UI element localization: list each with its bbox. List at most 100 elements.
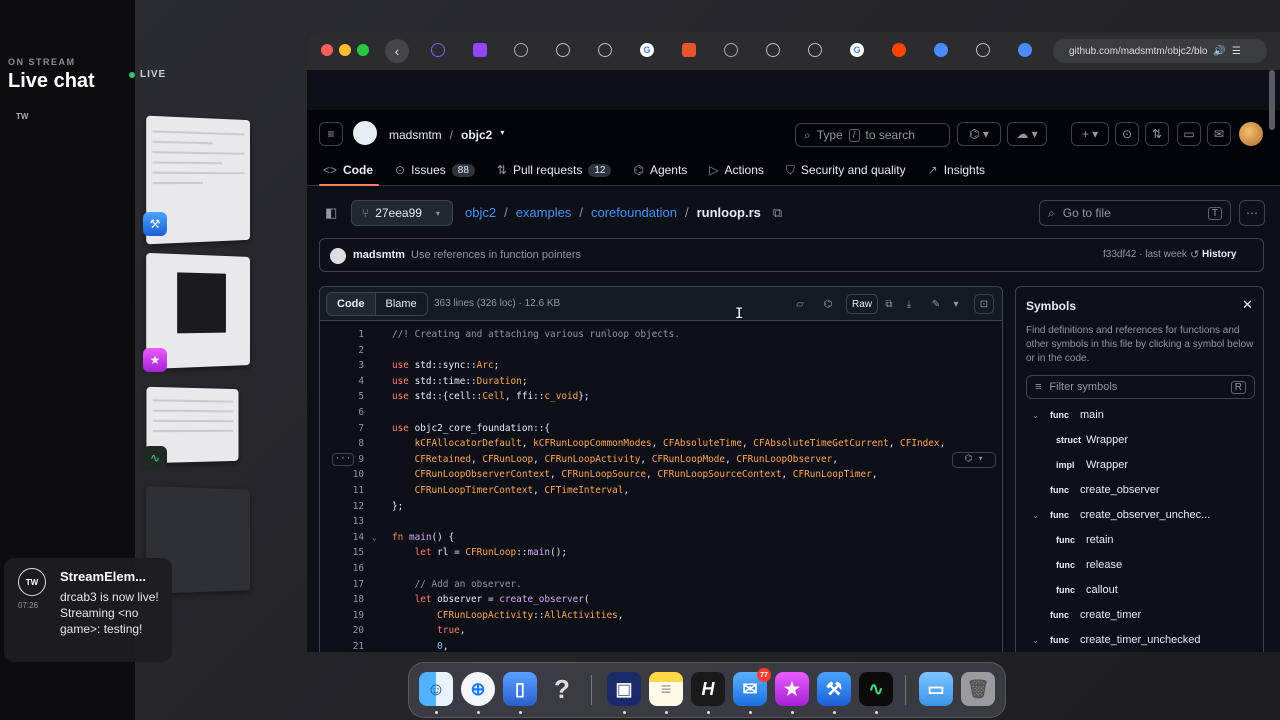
symbol-item[interactable]: ⌄ func create_timer_unchecked — [1016, 628, 1263, 652]
breadcrumb-examples[interactable]: examples — [516, 205, 572, 221]
breadcrumb-repo[interactable]: objc2 — [465, 205, 496, 221]
commit-author[interactable]: madsmtm — [353, 249, 405, 261]
symbol-item[interactable]: struct Wrapper — [1016, 428, 1263, 453]
close-window-button[interactable] — [321, 44, 333, 56]
symbol-name[interactable]: create_observer — [1080, 478, 1160, 503]
line-number[interactable]: 13 — [320, 514, 364, 530]
chevron-down-icon[interactable]: ⌄ — [1032, 628, 1039, 652]
line-number[interactable]: 15 — [320, 545, 364, 561]
github-tab-icon[interactable] — [724, 43, 738, 57]
star-app-icon[interactable]: ★ — [775, 672, 809, 706]
chevron-down-icon[interactable]: ⌄ — [1032, 503, 1039, 528]
github-tab-icon[interactable] — [514, 43, 528, 57]
copy-path-icon[interactable]: ⧉ — [773, 205, 782, 221]
google-tab-icon[interactable]: G — [850, 43, 864, 57]
line-number[interactable]: 14 — [320, 530, 364, 546]
help-icon[interactable]: ? — [545, 672, 579, 706]
symbol-item[interactable]: func callout — [1016, 578, 1263, 603]
symbol-item[interactable]: ⌄ func create_observer_unchec... — [1016, 503, 1263, 528]
app-icon[interactable]: H — [691, 672, 725, 706]
line-number[interactable]: 11 — [320, 483, 364, 499]
user-avatar[interactable] — [1239, 122, 1263, 146]
copy-raw-button[interactable]: ⧉ — [880, 294, 898, 314]
line-text[interactable]: true, — [392, 623, 465, 639]
google-tab-icon[interactable]: G — [640, 43, 654, 57]
code-line[interactable]: 20 true, — [320, 623, 1002, 639]
code-line[interactable]: 12}; — [320, 499, 1002, 515]
code-line[interactable]: 8 kCFAllocatorDefault, kCFRunLoopCommonM… — [320, 436, 1002, 452]
line-text[interactable]: kCFAllocatorDefault, kCFRunLoopCommonMod… — [392, 436, 946, 452]
inbox-icon-button[interactable]: ✉ — [1207, 122, 1231, 146]
code-tab[interactable]: Code — [327, 293, 376, 315]
raw-button[interactable]: Raw — [846, 294, 878, 314]
repo-link[interactable]: objc2 — [461, 128, 492, 142]
line-text[interactable]: use objc2_core_foundation::{ — [392, 421, 550, 437]
code-line[interactable]: 9 CFRetained, CFRunLoop, CFRunLoopActivi… — [320, 451, 1002, 468]
folder-icon[interactable]: ▭ — [919, 672, 953, 706]
symbol-item[interactable]: func create_timer — [1016, 603, 1263, 628]
line-number[interactable]: 8 — [320, 436, 364, 452]
line-number[interactable]: 2 — [320, 343, 364, 359]
symbols-panel-button[interactable]: ⊡ — [974, 294, 994, 314]
line-number[interactable]: 6 — [320, 405, 364, 421]
commit-meta[interactable]: f33df42 · last week — [1103, 249, 1187, 260]
symbol-item[interactable]: impl Wrapper — [1016, 453, 1263, 478]
code-line[interactable]: 5 use std::{cell::Cell, ffi::c_void}; — [320, 389, 1002, 405]
app-icon[interactable]: ▯ — [503, 672, 537, 706]
tab-icon[interactable] — [556, 43, 570, 57]
symbol-name[interactable]: Wrapper — [1086, 453, 1128, 478]
safari-icon[interactable]: ⊕ — [461, 672, 495, 706]
line-text[interactable]: CFRunLoopObserverContext, CFRunLoopSourc… — [392, 467, 878, 483]
zoom-window-button[interactable] — [357, 44, 369, 56]
activity-monitor-icon[interactable]: ∿ — [859, 672, 893, 706]
code-line[interactable]: 18 let observer = create_observer( — [320, 592, 1002, 608]
code-line[interactable]: 6 — [320, 405, 1002, 421]
symbol-name[interactable]: retain — [1086, 528, 1114, 553]
line-number[interactable]: 19 — [320, 608, 364, 624]
line-text[interactable]: // Add an observer. — [392, 577, 522, 593]
line-text[interactable]: fn main() { — [392, 530, 454, 546]
line-text[interactable]: CFRetained, CFRunLoop, CFRunLoopActivity… — [392, 452, 838, 468]
symbol-item[interactable]: func retain — [1016, 528, 1263, 553]
sidebar-toggle-icon[interactable]: ◧ — [325, 205, 337, 221]
code-line[interactable]: 14 fn main() { ⌄ — [320, 530, 1002, 546]
symbol-name[interactable]: create_timer — [1080, 603, 1141, 628]
tab-actions[interactable]: ▷ Actions — [709, 156, 776, 184]
more-options-button[interactable]: ⋯ — [1239, 200, 1265, 226]
breadcrumb-corefoundation[interactable]: corefoundation — [591, 205, 677, 221]
code-line[interactable]: 17 // Add an observer. — [320, 577, 1002, 593]
repo-dropdown-icon[interactable]: ▾ — [500, 128, 504, 142]
back-button[interactable]: ‹ — [385, 39, 409, 63]
line-number[interactable]: 3 — [320, 358, 364, 374]
code-line[interactable]: 3 use std::sync::Arc; — [320, 358, 1002, 374]
line-text[interactable]: //! Creating and attaching various runlo… — [392, 327, 680, 343]
code-line[interactable]: 7 use objc2_core_foundation::{ — [320, 421, 1002, 437]
address-bar[interactable]: github.com/madsmtm/objc2/blo 🔊 ☰ — [1053, 39, 1267, 63]
code-line[interactable]: 13 — [320, 514, 1002, 530]
symbol-name[interactable]: create_timer_unchecked — [1080, 628, 1200, 652]
line-text[interactable]: CFRunLoopActivity::AllActivities, — [392, 608, 623, 624]
finder-icon[interactable]: ☺ — [419, 672, 453, 706]
notes-icon[interactable]: ≡ — [649, 672, 683, 706]
search-input[interactable]: ⌕ Type / to search — [795, 123, 950, 147]
fold-chevron-icon[interactable]: ⌄ — [372, 530, 377, 546]
tab-icon[interactable] — [682, 43, 696, 57]
go-to-file-input[interactable]: ⌕ Go to file T — [1039, 200, 1231, 226]
code-line[interactable]: 1 //! Creating and attaching various runl… — [320, 327, 1002, 343]
line-number[interactable]: 20 — [320, 623, 364, 639]
line-number[interactable]: 10 — [320, 467, 364, 483]
cloud-dropdown-button[interactable]: ☁ ▾ — [1007, 122, 1047, 146]
hamburger-menu-button[interactable]: ≡ — [319, 122, 343, 146]
tab-icon[interactable] — [431, 43, 445, 57]
code-line[interactable]: 4 use std::time::Duration; — [320, 374, 1002, 390]
symbol-name[interactable]: main — [1080, 403, 1104, 428]
chevron-down-icon[interactable]: ⌄ — [1032, 403, 1039, 428]
line-number[interactable]: 7 — [320, 421, 364, 437]
issues-icon-button[interactable]: ⊙ — [1115, 122, 1139, 146]
history-link[interactable]: History — [1202, 249, 1236, 260]
tab-insights[interactable]: ↗ Insights — [928, 156, 997, 184]
window-scrollbar[interactable] — [1269, 70, 1275, 130]
open-folder-button[interactable]: ▱ — [790, 294, 810, 314]
line-text[interactable]: 0, — [392, 639, 448, 652]
symbol-item[interactable]: func release — [1016, 553, 1263, 578]
